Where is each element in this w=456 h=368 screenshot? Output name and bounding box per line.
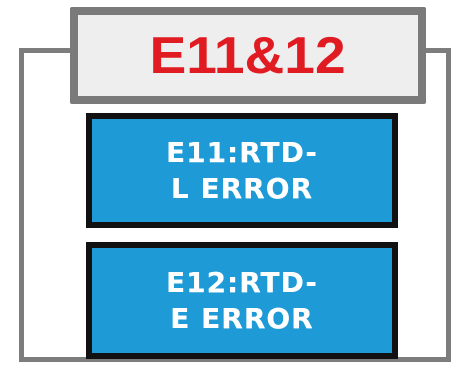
- error-card-e11: E11:RTD- L ERROR: [86, 113, 398, 228]
- error-message-line: E ERROR: [170, 301, 314, 335]
- error-code-title: E11&12: [149, 26, 347, 85]
- error-code-title-badge: E11&12: [70, 7, 426, 104]
- error-code-line: E11:RTD-: [165, 135, 319, 169]
- error-card-e12: E12:RTD- E ERROR: [86, 242, 398, 359]
- error-message-line: L ERROR: [170, 171, 314, 205]
- error-code-line: E12:RTD-: [165, 265, 319, 299]
